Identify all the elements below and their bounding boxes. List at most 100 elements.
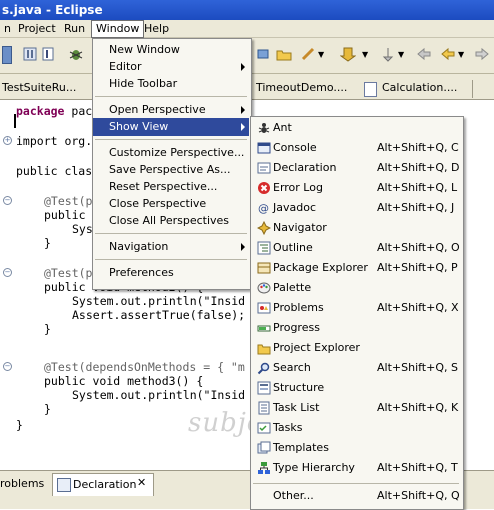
menu-item-label: Reset Perspective...	[109, 180, 218, 193]
tab-testsuite[interactable]: TestSuiteRu...	[2, 78, 76, 98]
view-item-console[interactable]: Console Alt+Shift+Q, C	[251, 139, 461, 157]
menu-item-editor[interactable]: Editor	[93, 58, 249, 76]
menu-item-save-perspective[interactable]: Save Perspective As...	[93, 161, 249, 179]
close-icon[interactable]: ✕	[137, 476, 146, 489]
menu-item-label: Task List	[273, 401, 320, 414]
menu-item-customize-perspective[interactable]: Customize Perspective...	[93, 144, 249, 162]
collapse-icon[interactable]: −	[3, 268, 12, 277]
open-folder-icon[interactable]	[276, 46, 292, 62]
view-item-progress[interactable]: Progress	[251, 319, 461, 337]
view-item-other[interactable]: Other... Alt+Shift+Q, Q	[251, 487, 461, 505]
templates-icon	[257, 441, 271, 454]
chevron-down-icon[interactable]: ▼	[398, 50, 414, 66]
menu-item-shortcut: Alt+Shift+Q, X	[377, 301, 459, 314]
menu-item-shortcut: Alt+Shift+Q, K	[377, 401, 459, 414]
view-item-error-log[interactable]: Error Log Alt+Shift+Q, L	[251, 179, 461, 197]
chevron-down-icon[interactable]: ▼	[458, 50, 474, 66]
toolbar-icon[interactable]	[256, 46, 272, 62]
forward-arrow-icon[interactable]	[474, 46, 490, 62]
menu-item-reset-perspective[interactable]: Reset Perspective...	[93, 178, 249, 196]
pencil-icon[interactable]	[300, 46, 316, 62]
menu-window[interactable]: Window	[91, 20, 145, 38]
back-arrow-icon[interactable]	[440, 46, 456, 62]
menu-file-partial[interactable]: n	[0, 21, 15, 37]
view-item-tasks[interactable]: Tasks	[251, 419, 461, 437]
menu-help[interactable]: Help	[140, 21, 173, 37]
project-explorer-icon	[257, 344, 271, 355]
menu-item-label: Search	[273, 361, 311, 374]
menu-item-shortcut: Alt+Shift+Q, T	[377, 461, 458, 474]
expand-icon[interactable]: +	[3, 136, 12, 145]
chevron-down-icon[interactable]: ▼	[318, 50, 334, 66]
menu-item-close-perspective[interactable]: Close Perspective	[93, 195, 249, 213]
menu-run[interactable]: Run	[60, 21, 89, 37]
menu-item-navigation[interactable]: Navigation	[93, 238, 249, 256]
view-item-structure[interactable]: Structure	[251, 379, 461, 397]
navigator-icon	[257, 221, 271, 235]
tab-list-overflow[interactable]	[472, 80, 493, 98]
menu-item-hide-toolbar[interactable]: Hide Toolbar	[93, 75, 249, 93]
menu-project[interactable]: Project	[14, 21, 60, 37]
view-item-palette[interactable]: Palette	[251, 279, 461, 297]
tab-calculation[interactable]: Calculation....	[382, 78, 457, 98]
menu-item-label: Navigation	[109, 240, 169, 253]
menu-item-new-window[interactable]: New Window	[93, 41, 249, 59]
view-item-package-explorer[interactable]: Package Explorer Alt+Shift+Q, P	[251, 259, 461, 277]
view-item-navigator[interactable]: Navigator	[251, 219, 461, 237]
collapse-icon[interactable]: −	[3, 196, 12, 205]
view-item-project-explorer[interactable]: Project Explorer	[251, 339, 461, 357]
menu-item-show-view[interactable]: Show View	[93, 118, 249, 136]
code-line: @Test(dependsOnMethods = { "m	[44, 360, 245, 374]
tab-problems[interactable]: roblems	[0, 477, 44, 490]
view-item-outline[interactable]: Outline Alt+Shift+Q, O	[251, 239, 461, 257]
view-item-search[interactable]: Search Alt+Shift+Q, S	[251, 359, 461, 377]
view-item-problems[interactable]: Problems Alt+Shift+Q, X	[251, 299, 461, 317]
menu-item-shortcut: Alt+Shift+Q, S	[377, 361, 458, 374]
tab-declaration-label: Declaration	[73, 478, 137, 491]
menu-item-label: Outline	[273, 241, 313, 254]
menu-item-label: Other...	[273, 489, 314, 502]
toolbar-icon[interactable]	[380, 46, 396, 62]
outline-icon	[257, 241, 271, 255]
javadoc-icon: @	[258, 202, 269, 215]
package-explorer-icon	[257, 262, 271, 274]
toolbar-icon[interactable]	[2, 46, 12, 64]
collapse-icon[interactable]: −	[3, 362, 12, 371]
menu-item-label: Structure	[273, 381, 325, 394]
search-icon	[257, 362, 270, 375]
chevron-down-icon[interactable]: ▼	[362, 50, 378, 66]
view-item-javadoc[interactable]: @ Javadoc Alt+Shift+Q, J	[251, 199, 461, 217]
menu-item-label: Close Perspective	[109, 197, 207, 210]
arrow-left-icon[interactable]	[416, 46, 432, 62]
menu-item-label: Preferences	[109, 266, 174, 279]
menu-item-shortcut: Alt+Shift+Q, C	[377, 141, 459, 154]
submenu-arrow-icon	[241, 106, 245, 114]
menu-item-close-all-perspectives[interactable]: Close All Perspectives	[93, 212, 249, 230]
tab-declaration-active[interactable]: Declaration ✕	[52, 473, 154, 496]
show-view-submenu: Ant Console Alt+Shift+Q, C Declaration A…	[250, 116, 464, 510]
view-item-task-list[interactable]: Task List Alt+Shift+Q, K	[251, 399, 461, 417]
type-hierarchy-icon	[258, 462, 270, 474]
menu-item-label: Type Hierarchy	[273, 461, 355, 474]
toolbar-icon[interactable]	[339, 46, 357, 62]
submenu-arrow-icon	[241, 123, 245, 131]
menu-item-open-perspective[interactable]: Open Perspective	[93, 101, 249, 119]
view-item-ant[interactable]: Ant	[251, 119, 461, 137]
toolbar-icon[interactable]	[22, 46, 38, 62]
view-item-type-hierarchy[interactable]: Type Hierarchy Alt+Shift+Q, T	[251, 459, 461, 477]
menu-item-label: Progress	[273, 321, 320, 334]
menu-item-label: Console	[273, 141, 317, 154]
menu-item-label: Save Perspective As...	[109, 163, 231, 176]
toolbar-icon[interactable]	[40, 46, 56, 62]
menu-item-preferences[interactable]: Preferences	[93, 264, 249, 282]
java-file-icon	[364, 82, 377, 97]
debug-bug-icon[interactable]	[68, 46, 84, 62]
menu-item-label: Show View	[109, 120, 169, 133]
menu-item-label: Problems	[273, 301, 324, 314]
menu-item-label: Close All Perspectives	[109, 214, 230, 227]
view-item-templates[interactable]: Templates	[251, 439, 461, 457]
tab-timeoutdemo[interactable]: TimeoutDemo....	[256, 78, 347, 98]
progress-icon	[257, 325, 271, 332]
view-item-declaration[interactable]: Declaration Alt+Shift+Q, D	[251, 159, 461, 177]
code-line: }	[44, 236, 51, 250]
